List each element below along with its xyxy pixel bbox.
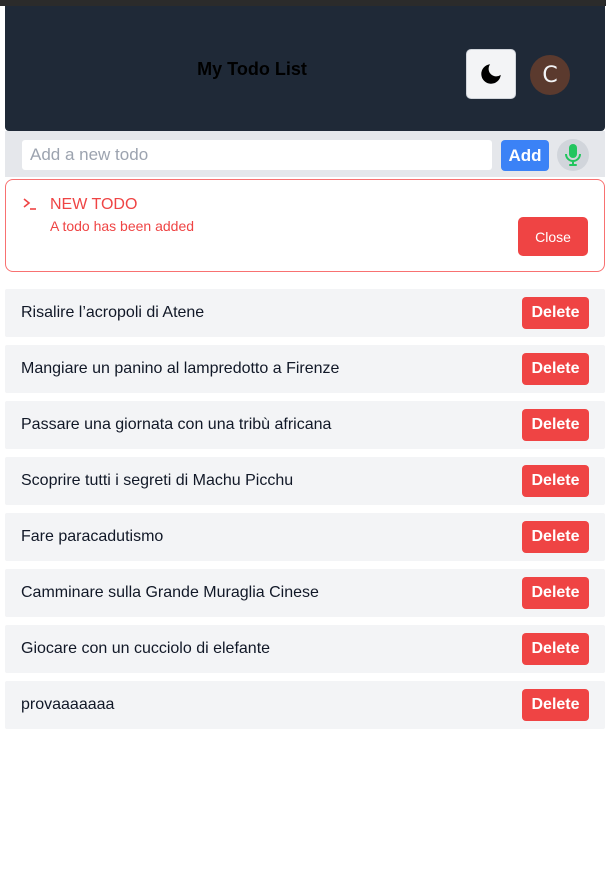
terminal-icon bbox=[23, 198, 36, 210]
todo-text: Fare paracadutismo bbox=[21, 528, 164, 545]
moon-icon bbox=[481, 64, 501, 84]
todo-text: Risalire l’acropoli di Atene bbox=[21, 304, 205, 321]
todo-item: Passare una giornata con una tribù afric… bbox=[5, 401, 605, 449]
alert-title: NEW TODO bbox=[50, 196, 138, 213]
add-todo-button[interactable]: Add bbox=[501, 140, 549, 171]
theme-toggle-button[interactable] bbox=[466, 49, 516, 99]
delete-todo-button[interactable]: Delete bbox=[522, 689, 589, 721]
close-alert-button[interactable]: Close bbox=[518, 217, 588, 256]
todo-text: Camminare sulla Grande Muraglia Cinese bbox=[21, 584, 319, 601]
todo-item: provaaaaaaa Delete bbox=[5, 681, 605, 729]
delete-todo-button[interactable]: Delete bbox=[522, 409, 589, 441]
microphone-icon bbox=[565, 144, 581, 166]
todo-text: Mangiare un panino al lampredotto a Fire… bbox=[21, 360, 340, 377]
alert-message: A todo has been added bbox=[50, 218, 195, 234]
todo-item: Fare paracadutismo Delete bbox=[5, 513, 605, 561]
delete-todo-button[interactable]: Delete bbox=[522, 521, 589, 553]
delete-todo-button[interactable]: Delete bbox=[522, 465, 589, 497]
new-todo-input[interactable] bbox=[21, 139, 493, 171]
todo-item: Mangiare un panino al lampredotto a Fire… bbox=[5, 345, 605, 393]
todo-text: Giocare con un cucciolo di elefante bbox=[21, 640, 271, 657]
delete-todo-button[interactable]: Delete bbox=[522, 353, 589, 385]
todo-text: Scoprire tutti i segreti di Machu Picchu bbox=[21, 472, 294, 489]
todo-list: Risalire l’acropoli di Atene Delete Mang… bbox=[5, 289, 605, 737]
avatar[interactable]: C bbox=[530, 55, 570, 95]
delete-todo-button[interactable]: Delete bbox=[522, 297, 589, 329]
todo-text: Passare una giornata con una tribù afric… bbox=[21, 416, 332, 433]
todo-text: provaaaaaaa bbox=[21, 696, 115, 713]
todo-item: Risalire l’acropoli di Atene Delete bbox=[5, 289, 605, 337]
todo-item: Scoprire tutti i segreti di Machu Picchu… bbox=[5, 457, 605, 505]
app-header: My Todo List C bbox=[5, 6, 605, 131]
delete-todo-button[interactable]: Delete bbox=[522, 577, 589, 609]
todo-item: Camminare sulla Grande Muraglia Cinese D… bbox=[5, 569, 605, 617]
todo-added-alert: NEW TODO A todo has been added Close bbox=[5, 179, 605, 272]
delete-todo-button[interactable]: Delete bbox=[522, 633, 589, 665]
voice-input-button[interactable] bbox=[557, 139, 589, 171]
page-title: My Todo List bbox=[197, 59, 307, 79]
todo-item: Giocare con un cucciolo di elefante Dele… bbox=[5, 625, 605, 673]
new-todo-bar: Add bbox=[5, 131, 605, 177]
